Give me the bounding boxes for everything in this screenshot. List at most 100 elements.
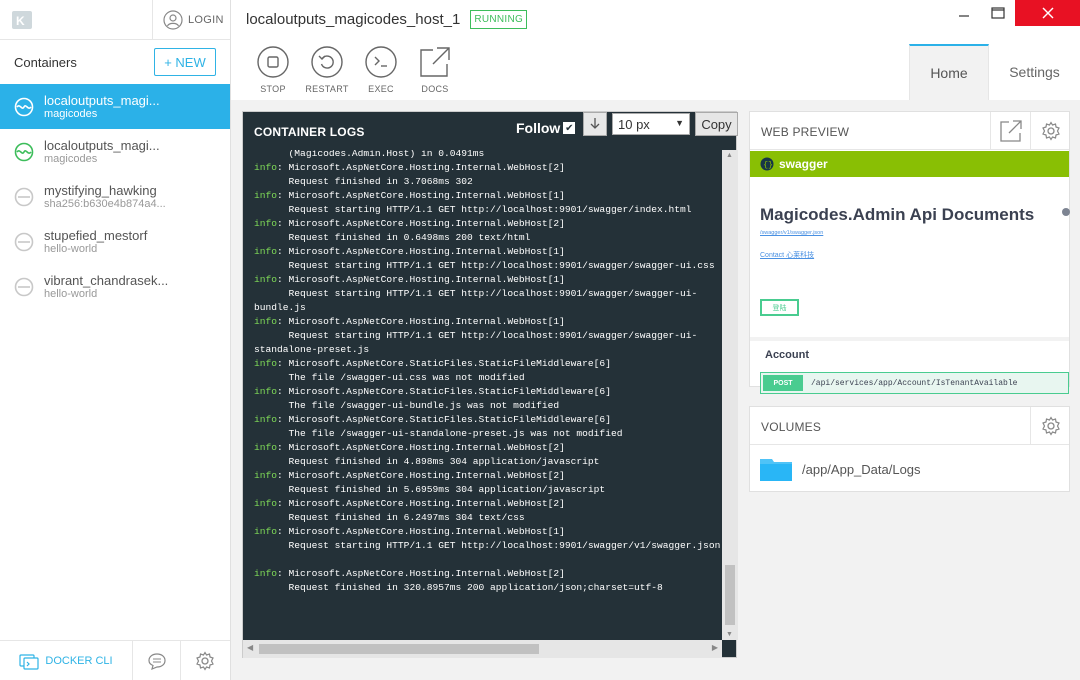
- exec-button[interactable]: EXEC: [354, 46, 408, 94]
- container-list-item[interactable]: vibrant_chandrasek... hello-world: [0, 264, 230, 309]
- tab-settings[interactable]: Settings: [989, 44, 1080, 100]
- preview-settings-button[interactable]: [1030, 112, 1070, 150]
- log-level: info: [254, 386, 278, 397]
- stop-button[interactable]: STOP: [246, 46, 300, 94]
- container-logs-panel: CONTAINER LOGS Follow ✔ 10 px ▼ Copy (Ma…: [242, 111, 738, 658]
- log-category: Microsoft.AspNetCore.Hosting.Internal.We…: [288, 442, 565, 453]
- log-text: The file /swagger-ui.css was not modifie…: [254, 372, 525, 383]
- preferences-button[interactable]: [181, 641, 229, 680]
- log-line: info: Microsoft.AspNetCore.Hosting.Inter…: [254, 568, 565, 579]
- scroll-right-icon[interactable]: ▶: [712, 643, 718, 652]
- container-list-item[interactable]: localoutputs_magi... magicodes: [0, 129, 230, 174]
- download-logs-button[interactable]: [583, 112, 607, 136]
- container-list-item[interactable]: localoutputs_magi... magicodes: [0, 84, 230, 129]
- log-vertical-scrollbar[interactable]: ▲ ▼: [722, 150, 738, 640]
- status-badge: RUNNING: [470, 10, 528, 29]
- log-line: The file /swagger-ui.css was not modifie…: [254, 371, 720, 385]
- follow-checkbox[interactable]: ✔: [563, 122, 576, 134]
- log-level: info: [254, 162, 278, 173]
- docker-cli-button[interactable]: DOCKER CLI: [0, 641, 133, 680]
- log-text: Request starting HTTP/1.1 GET http://loc…: [254, 204, 692, 215]
- swagger-json-link[interactable]: /swagger/v1/swagger.json: [760, 230, 823, 236]
- sidebar-top-bar: K LOGIN: [0, 0, 230, 40]
- api-section-title[interactable]: Account: [765, 349, 809, 361]
- scroll-down-icon[interactable]: ▼: [726, 631, 733, 638]
- log-level: info: [254, 442, 278, 453]
- font-size-select[interactable]: 10 px ▼: [612, 113, 690, 135]
- containers-header: Containers + NEW: [0, 40, 230, 84]
- log-category: Microsoft.AspNetCore.Hosting.Internal.We…: [288, 568, 565, 579]
- container-name: localoutputs_magicodes_host_1: [246, 11, 461, 28]
- log-line: info: Microsoft.AspNetCore.Hosting.Inter…: [254, 316, 565, 327]
- tab-home[interactable]: Home: [909, 44, 989, 100]
- scroll-up-icon[interactable]: ▲: [726, 152, 733, 159]
- volumes-title: VOLUMES: [761, 420, 822, 434]
- log-text: standalone-preset.js: [254, 344, 370, 355]
- open-in-browser-button[interactable]: [990, 112, 1030, 150]
- restart-button[interactable]: RESTART: [300, 46, 354, 94]
- stopped-status-icon: [14, 232, 34, 251]
- swagger-topbar: {} swagger: [750, 151, 1069, 177]
- kitematic-window: K LOGIN Containers + NEW localoutputs_ma…: [0, 0, 1080, 680]
- minimize-button[interactable]: [947, 0, 981, 26]
- user-avatar-icon: [163, 10, 183, 30]
- feedback-button[interactable]: [133, 641, 181, 680]
- api-operation-row[interactable]: POST /api/services/app/Account/IsTenantA…: [760, 372, 1069, 394]
- kitematic-logo-icon: K: [12, 11, 32, 29]
- log-level: info: [254, 246, 278, 257]
- log-text: Request starting HTTP/1.1 GET http://loc…: [254, 288, 698, 299]
- log-line: The file /swagger-ui-bundle.js was not m…: [254, 399, 720, 413]
- log-text: The file /swagger-ui-bundle.js was not m…: [254, 400, 560, 411]
- scroll-thumb[interactable]: [259, 644, 539, 654]
- scroll-thumb[interactable]: [725, 565, 735, 625]
- scroll-left-icon[interactable]: ◀: [247, 643, 253, 652]
- log-text: Request starting HTTP/1.1 GET http://loc…: [254, 540, 721, 551]
- log-lines: (Magicodes.Admin.Host) in 0.0491ms info: …: [254, 150, 720, 595]
- log-text: Request finished in 0.6498ms 200 text/ht…: [254, 232, 531, 243]
- log-text: The file /swagger-ui-standalone-preset.j…: [254, 428, 623, 439]
- log-category: Microsoft.AspNetCore.StaticFiles.StaticF…: [288, 414, 611, 425]
- gear-icon: [1041, 121, 1060, 141]
- contact-link[interactable]: Contact 心莱科技: [760, 250, 814, 260]
- running-status-icon: [14, 97, 34, 116]
- log-category: Microsoft.AspNetCore.Hosting.Internal.We…: [288, 246, 565, 257]
- log-line: (Magicodes.Admin.Host) in 0.0491ms: [254, 150, 720, 161]
- container-header: localoutputs_magicodes_host_1 RUNNING ST…: [231, 0, 1080, 100]
- logs-title: CONTAINER LOGS: [254, 125, 365, 139]
- log-text: Request finished in 6.2497ms 304 text/cs…: [254, 512, 525, 523]
- new-container-button[interactable]: + NEW: [154, 48, 216, 76]
- copy-logs-button[interactable]: Copy: [695, 112, 738, 136]
- web-preview-title: WEB PREVIEW: [761, 125, 850, 139]
- authorize-button[interactable]: 登陆: [760, 299, 799, 316]
- docker-cli-icon: [19, 654, 39, 670]
- log-output[interactable]: (Magicodes.Admin.Host) in 0.0491ms info: …: [243, 150, 721, 640]
- container-item-text: localoutputs_magi... magicodes: [44, 93, 160, 121]
- container-item-name: localoutputs_magi...: [44, 137, 160, 153]
- log-text: Request starting HTTP/1.1 GET http://loc…: [254, 330, 698, 341]
- volume-item[interactable]: /app/App_Data/Logs: [760, 457, 921, 481]
- log-level: info: [254, 568, 278, 579]
- stop-label: STOP: [260, 84, 286, 94]
- log-line: bundle.js: [254, 301, 720, 315]
- http-method-badge: POST: [763, 375, 803, 391]
- follow-toggle[interactable]: Follow ✔: [516, 120, 576, 136]
- login-button[interactable]: LOGIN: [152, 0, 231, 40]
- container-list-item[interactable]: stupefied_mestorf hello-world: [0, 219, 230, 264]
- close-window-button[interactable]: [1015, 0, 1080, 26]
- maximize-button[interactable]: [981, 0, 1015, 26]
- log-horizontal-scrollbar[interactable]: ◀ ▶: [243, 640, 722, 658]
- log-line: info: Microsoft.AspNetCore.Hosting.Inter…: [254, 470, 565, 481]
- folder-icon: [760, 459, 792, 481]
- log-level: info: [254, 414, 278, 425]
- log-line: info: Microsoft.AspNetCore.Hosting.Inter…: [254, 190, 565, 201]
- log-level: info: [254, 470, 278, 481]
- volumes-settings-button[interactable]: [1030, 407, 1070, 445]
- log-category: Microsoft.AspNetCore.Hosting.Internal.We…: [288, 190, 565, 201]
- maximize-icon: [991, 7, 1005, 19]
- docs-button[interactable]: DOCS: [408, 46, 462, 94]
- container-item-text: localoutputs_magi... magicodes: [44, 138, 160, 166]
- external-link-icon: [420, 47, 450, 77]
- volumes-panel: VOLUMES /app/App_Data/Logs: [749, 406, 1070, 492]
- container-list-item[interactable]: mystifying_hawking sha256:b630e4b874a4..…: [0, 174, 230, 219]
